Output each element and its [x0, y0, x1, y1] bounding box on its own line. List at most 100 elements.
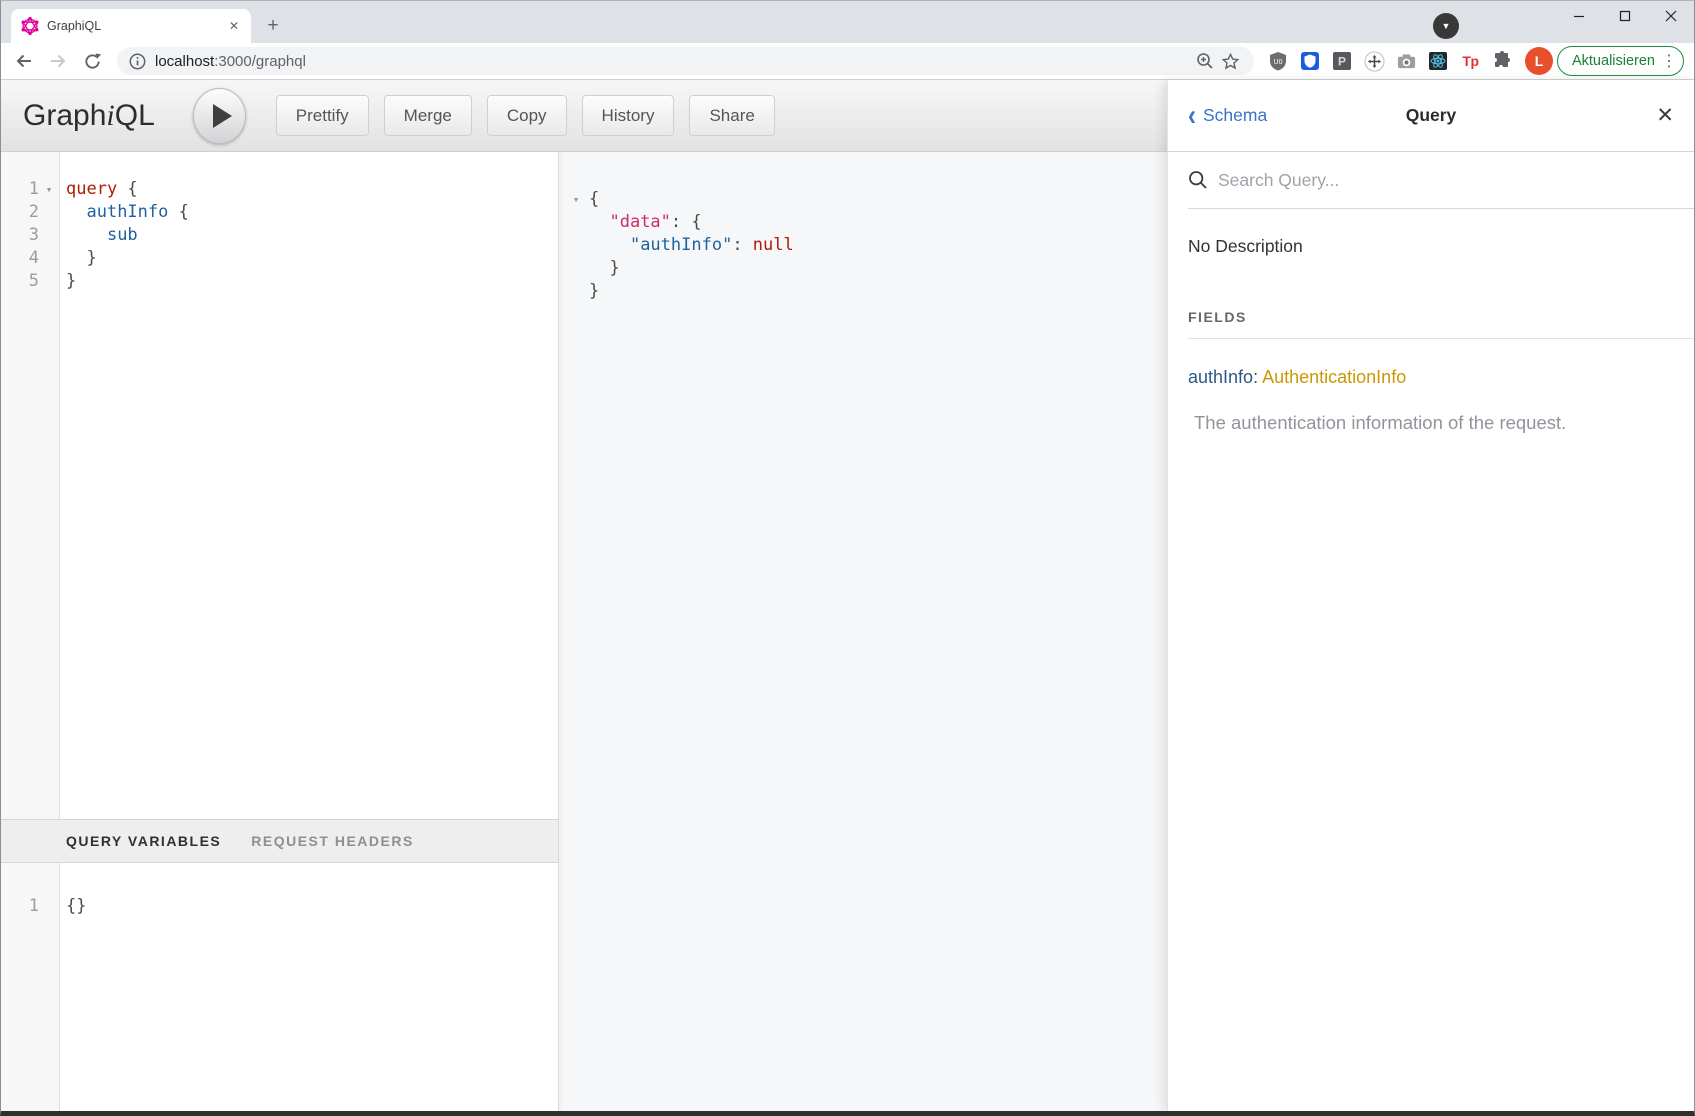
fold-arrow-icon — [39, 895, 59, 918]
forward-button[interactable] — [43, 46, 73, 76]
camera-extension-icon[interactable] — [1394, 49, 1419, 74]
result-pane: ▾{ "data": { "authInfo": null }} — [563, 152, 1167, 1111]
prettify-button[interactable]: Prettify — [276, 95, 369, 136]
code-text: "data": { — [589, 211, 702, 234]
doc-explorer-header: Query ‹ Schema ✕ — [1168, 80, 1694, 152]
new-tab-button[interactable]: + — [259, 12, 287, 40]
code-line: 3 sub — [1, 224, 558, 247]
svg-text:P: P — [1338, 55, 1346, 69]
copy-button[interactable]: Copy — [487, 95, 567, 136]
code-text: } — [59, 247, 97, 270]
editor-gutter: ▾ — [563, 188, 589, 211]
code-line: 1▾query { — [1, 178, 558, 201]
fold-arrow-icon — [39, 270, 59, 293]
url-text[interactable]: localhost:3000/graphql — [155, 53, 1192, 70]
ublock-extension-icon[interactable]: U0 — [1266, 49, 1291, 74]
fields-heading: FIELDS — [1188, 309, 1694, 325]
field-type-link[interactable]: AuthenticationInfo — [1262, 367, 1406, 387]
tab-query-variables[interactable]: QUERY VARIABLES — [66, 833, 221, 849]
fold-arrow-icon — [39, 247, 59, 270]
field-description: The authentication information of the re… — [1188, 412, 1694, 434]
editor-gutter — [563, 234, 589, 257]
doc-explorer-back-link[interactable]: ‹ Schema — [1188, 104, 1267, 128]
maximize-button[interactable] — [1602, 1, 1648, 31]
fold-arrow-icon — [39, 201, 59, 224]
tab-request-headers[interactable]: REQUEST HEADERS — [251, 833, 414, 849]
code-text: } — [589, 280, 599, 303]
fields-divider — [1188, 338, 1694, 339]
extensions-row: U0 P — [1266, 49, 1515, 74]
field-entry: authInfo: AuthenticationInfo — [1188, 367, 1694, 388]
code-line: "data": { — [563, 211, 1167, 234]
fold-arrow-icon[interactable]: ▾ — [566, 188, 586, 211]
history-button[interactable]: History — [582, 95, 675, 136]
zoom-icon[interactable] — [1192, 48, 1218, 74]
field-name-link[interactable]: authInfo — [1188, 367, 1253, 387]
bookmark-star-icon[interactable] — [1218, 48, 1244, 74]
code-line: } — [563, 280, 1167, 303]
code-line: "authInfo": null — [563, 234, 1167, 257]
line-number: 5 — [1, 270, 39, 293]
query-editor[interactable]: 1▾query {2 authInfo {3 sub4 }5} — [1, 152, 558, 819]
doc-search-input[interactable] — [1218, 170, 1694, 191]
back-button[interactable] — [9, 46, 39, 76]
code-text: {} — [59, 895, 86, 918]
line-number: 4 — [1, 247, 39, 270]
doc-search-row — [1188, 152, 1694, 209]
chevron-left-icon: ‹ — [1188, 101, 1196, 131]
query-variables-editor[interactable]: 1{} — [1, 863, 558, 1111]
reload-button[interactable] — [77, 46, 107, 76]
code-line: 2 authInfo { — [1, 201, 558, 224]
tab-close-icon[interactable]: ✕ — [225, 17, 243, 35]
profile-avatar[interactable]: L — [1525, 47, 1553, 75]
code-line: } — [563, 257, 1167, 280]
graphql-favicon-icon — [21, 17, 39, 35]
browser-menu-icon[interactable]: ⋮ — [1661, 51, 1677, 71]
editor-gutter: 4 — [1, 247, 59, 270]
type-description: No Description — [1188, 236, 1694, 257]
code-line: ▾{ — [563, 188, 1167, 211]
minimize-button[interactable] — [1556, 1, 1602, 31]
svg-text:U0: U0 — [1274, 59, 1283, 66]
browser-toolbar: localhost:3000/graphql U0 — [1, 43, 1694, 80]
address-bar[interactable]: localhost:3000/graphql — [117, 47, 1254, 75]
tp-extension-icon[interactable]: Tp — [1458, 49, 1483, 74]
close-window-button[interactable] — [1648, 1, 1694, 31]
line-number: 1 — [1, 178, 39, 201]
site-info-icon[interactable] — [129, 53, 146, 70]
editor-gutter: 5 — [1, 270, 59, 293]
code-text: } — [59, 270, 76, 293]
code-text: } — [589, 257, 620, 280]
merge-button[interactable]: Merge — [384, 95, 472, 136]
fold-arrow-icon — [566, 257, 586, 280]
extensions-puzzle-icon[interactable] — [1490, 49, 1515, 74]
share-button[interactable]: Share — [689, 95, 774, 136]
browser-tab[interactable]: GraphiQL ✕ — [11, 9, 251, 43]
line-number: 2 — [1, 201, 39, 224]
react-devtools-extension-icon[interactable] — [1426, 49, 1451, 74]
p-extension-icon[interactable]: P — [1330, 49, 1355, 74]
editor-gutter — [563, 280, 589, 303]
code-text: "authInfo": null — [589, 234, 794, 257]
secondary-editor-tabs: QUERY VARIABLES REQUEST HEADERS — [1, 819, 558, 863]
browser-tab-bar: GraphiQL ✕ + ▼ — [1, 1, 1694, 43]
doc-explorer-content: No Description FIELDS authInfo: Authenti… — [1168, 209, 1694, 434]
fold-arrow-icon — [566, 211, 586, 234]
code-line: 5} — [1, 270, 558, 293]
graphiql-topbar: GraphiQL Prettify Merge Copy History Sha… — [1, 80, 1167, 152]
update-browser-button[interactable]: Aktualisieren ⋮ — [1557, 46, 1684, 76]
code-line: 4 } — [1, 247, 558, 270]
line-number: 3 — [1, 224, 39, 247]
editor-gutter: 1▾ — [1, 178, 59, 201]
code-text: { — [589, 188, 599, 211]
tab-title: GraphiQL — [47, 19, 225, 33]
doc-explorer-close-icon[interactable]: ✕ — [1656, 103, 1674, 128]
fold-arrow-icon[interactable]: ▾ — [39, 178, 59, 201]
editor-gutter — [563, 211, 589, 234]
editor-gutter — [563, 257, 589, 280]
result-viewer: ▾{ "data": { "authInfo": null }} — [563, 152, 1167, 1111]
bitwarden-extension-icon[interactable] — [1298, 49, 1323, 74]
execute-query-button[interactable] — [193, 88, 246, 144]
download-status-icon[interactable]: ▼ — [1433, 13, 1459, 39]
move-extension-icon[interactable] — [1362, 49, 1387, 74]
